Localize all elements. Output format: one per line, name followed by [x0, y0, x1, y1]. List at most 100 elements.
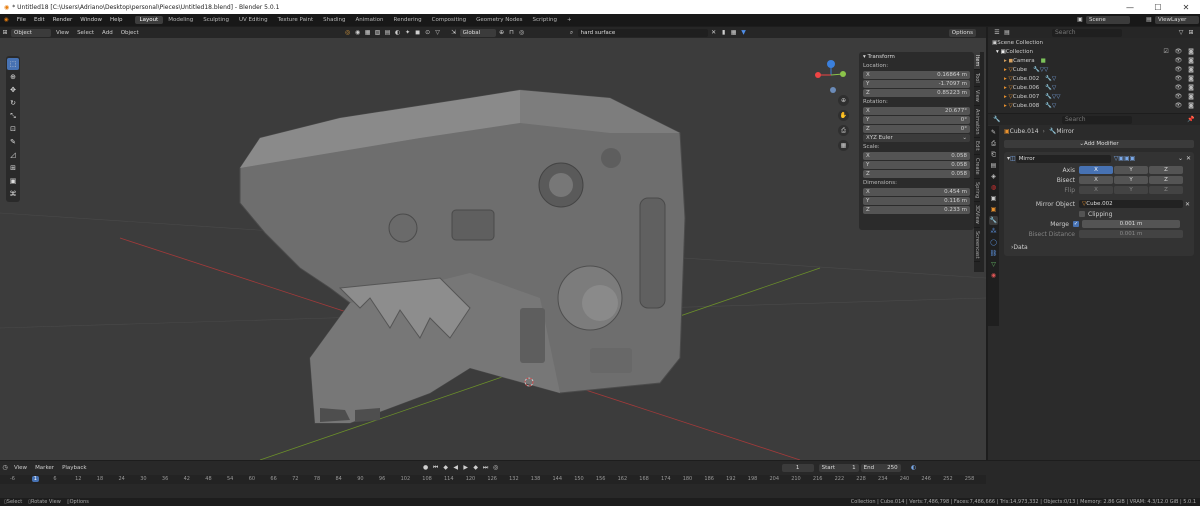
- primitive-icon[interactable]: ▣: [7, 175, 19, 187]
- rotation-mode-select[interactable]: XYZ Euler ⌄: [863, 134, 970, 142]
- vertex-icon[interactable]: ▦: [364, 29, 372, 37]
- tab-spring[interactable]: Spring: [974, 179, 980, 202]
- funnel-icon[interactable]: ▼: [740, 29, 748, 37]
- scene-selector[interactable]: Scene: [1086, 16, 1130, 24]
- maximize-icon[interactable]: ☐: [1144, 3, 1172, 12]
- menu-file[interactable]: File: [13, 17, 30, 23]
- world-icon[interactable]: ◎: [344, 29, 352, 37]
- outliner-editor-icon[interactable]: ☰: [993, 29, 1001, 37]
- render-tab-icon[interactable]: ⎙: [989, 139, 998, 148]
- scale-x-field[interactable]: X 0.058: [863, 152, 970, 160]
- clear-mirror-object-icon[interactable]: ✕: [1185, 201, 1190, 208]
- menu-window[interactable]: Window: [76, 17, 106, 23]
- ortho-grid-icon[interactable]: ▦: [838, 140, 849, 151]
- output-tab-icon[interactable]: ⎗: [989, 150, 998, 159]
- timeline-ruler[interactable]: -6 1 6 12 18 24 30 36 42 48 54 60 66 72 78 84 90 96 102 108…: [0, 475, 986, 484]
- outliner-item-cube[interactable]: ▸ ▽ Cube 🔧▽▽ 👁 ◙: [988, 65, 1200, 74]
- clipping-checkbox[interactable]: [1079, 211, 1085, 217]
- modifier-menu-icon[interactable]: ⌄: [1178, 155, 1183, 162]
- light-icon[interactable]: ✦: [404, 29, 412, 37]
- select-menu[interactable]: Select: [73, 30, 98, 36]
- flip-y-toggle[interactable]: Y: [1114, 186, 1148, 194]
- dimensions-x-field[interactable]: X 0.454 m: [863, 188, 970, 196]
- axis-z-toggle[interactable]: Z: [1149, 166, 1183, 174]
- rotation-x-field[interactable]: X 20.677°: [863, 107, 970, 115]
- scene-collection-row[interactable]: ▣ Scene Collection: [988, 38, 1200, 47]
- properties-search-input[interactable]: Search: [1062, 115, 1132, 124]
- pivot-icon[interactable]: ⊕: [498, 29, 506, 37]
- properties-editor-icon[interactable]: 🔧: [993, 116, 1001, 124]
- snapping-icon[interactable]: ⊓: [508, 29, 516, 37]
- tab-sculpting[interactable]: Sculpting: [198, 16, 234, 24]
- data-subpanel-label[interactable]: Data: [1013, 244, 1027, 251]
- pan-icon[interactable]: ✋: [838, 110, 849, 121]
- jump-start-icon[interactable]: ⏮: [432, 464, 440, 472]
- merge-checkbox[interactable]: ✓: [1073, 221, 1079, 227]
- transform-icon[interactable]: ⊡: [7, 123, 19, 135]
- flip-z-toggle[interactable]: Z: [1149, 186, 1183, 194]
- menu-help[interactable]: Help: [106, 17, 127, 23]
- data-tab-icon[interactable]: ▽: [989, 260, 998, 269]
- tab-screencast[interactable]: Screencast: [974, 228, 980, 263]
- scale-z-field[interactable]: Z 0.058: [863, 170, 970, 178]
- bisect-distance-field[interactable]: 0.001 m: [1079, 230, 1183, 238]
- select-box-icon[interactable]: ⬚: [7, 58, 19, 70]
- pin-icon[interactable]: 📌: [1187, 116, 1195, 124]
- current-frame-field[interactable]: 1: [781, 464, 814, 472]
- tab-3dview[interactable]: 3DView: [974, 202, 980, 228]
- bisect-x-toggle[interactable]: X: [1079, 176, 1113, 184]
- next-key-icon[interactable]: ◆: [472, 464, 480, 472]
- view-menu[interactable]: View: [52, 30, 73, 36]
- material-tab-icon[interactable]: ◉: [989, 271, 998, 280]
- mode-selector[interactable]: Object Mode: [11, 28, 51, 44]
- tab-animation[interactable]: Animation: [350, 16, 388, 24]
- constraints-tab-icon[interactable]: ⛓: [989, 249, 998, 258]
- zoom-icon[interactable]: ⊕: [838, 95, 849, 106]
- tab-shading[interactable]: Shading: [318, 16, 350, 24]
- physics-tab-icon[interactable]: ◯: [989, 238, 998, 247]
- timeline-playback-menu[interactable]: Playback: [58, 465, 91, 471]
- tab-edit[interactable]: Edit: [974, 138, 980, 156]
- edit-mode-icon[interactable]: ▽▣▣▣: [1114, 155, 1136, 162]
- remove-modifier-icon[interactable]: ✕: [1186, 155, 1191, 162]
- add-cube-icon[interactable]: ⊞: [7, 162, 19, 174]
- snap-icon[interactable]: ⊙: [424, 29, 432, 37]
- camera-icon[interactable]: ◼: [414, 29, 422, 37]
- prev-key-icon[interactable]: ◆: [442, 464, 450, 472]
- particles-tab-icon[interactable]: ⁂: [989, 227, 998, 236]
- world-tab-icon[interactable]: ◍: [989, 183, 998, 192]
- outliner-item-cube-006[interactable]: ▸ ▽ Cube.006 🔧▽ 👁 ◙: [988, 83, 1200, 92]
- timeline-editor-icon[interactable]: ◷: [1, 464, 9, 472]
- tab-create[interactable]: Create: [974, 155, 980, 179]
- add-workspace-icon[interactable]: +: [562, 16, 577, 24]
- options-dropdown[interactable]: Options: [948, 28, 976, 37]
- location-x-field[interactable]: X 0.16864 m: [863, 71, 970, 79]
- end-frame-field[interactable]: End 250: [860, 464, 901, 472]
- scale-icon[interactable]: ⤡: [7, 110, 19, 122]
- clear-search-icon[interactable]: ✕: [710, 29, 718, 37]
- dimensions-y-field[interactable]: Y 0.116 m: [863, 197, 970, 205]
- modifier-tab-icon[interactable]: 🔧: [989, 216, 998, 225]
- filter-icon[interactable]: ▽: [434, 29, 442, 37]
- tab-geometry-nodes[interactable]: Geometry Nodes: [471, 16, 527, 24]
- material-icon[interactable]: ◐: [394, 29, 402, 37]
- move-icon[interactable]: ✥: [7, 84, 19, 96]
- blender-menu-icon[interactable]: ◉: [0, 17, 13, 23]
- merge-distance-field[interactable]: 0.001 m: [1082, 220, 1180, 228]
- start-frame-field[interactable]: Start 1: [818, 464, 859, 472]
- view-list-icon[interactable]: ▦: [730, 29, 738, 37]
- tab-texture-paint[interactable]: Texture Paint: [273, 16, 319, 24]
- rotate-icon[interactable]: ↻: [7, 97, 19, 109]
- axis-y-toggle[interactable]: Y: [1114, 166, 1148, 174]
- orientation-selector[interactable]: Global: [459, 28, 496, 37]
- transform-header[interactable]: ▾ Transform: [859, 52, 974, 62]
- viewlayer-selector[interactable]: ViewLayer: [1155, 16, 1199, 24]
- orientation-icon[interactable]: ⇲: [450, 29, 458, 37]
- tab-tool[interactable]: Tool: [974, 70, 980, 88]
- proportional-icon[interactable]: ◎: [518, 29, 526, 37]
- modifier-name-field[interactable]: Mirror: [1015, 154, 1111, 163]
- bool-icon[interactable]: ⌘: [7, 188, 19, 200]
- tab-view[interactable]: View: [974, 87, 980, 106]
- add-modifier-button[interactable]: ⌄ Add Modifier: [1004, 140, 1194, 148]
- tab-animation-sidebar[interactable]: Animation: [974, 106, 980, 139]
